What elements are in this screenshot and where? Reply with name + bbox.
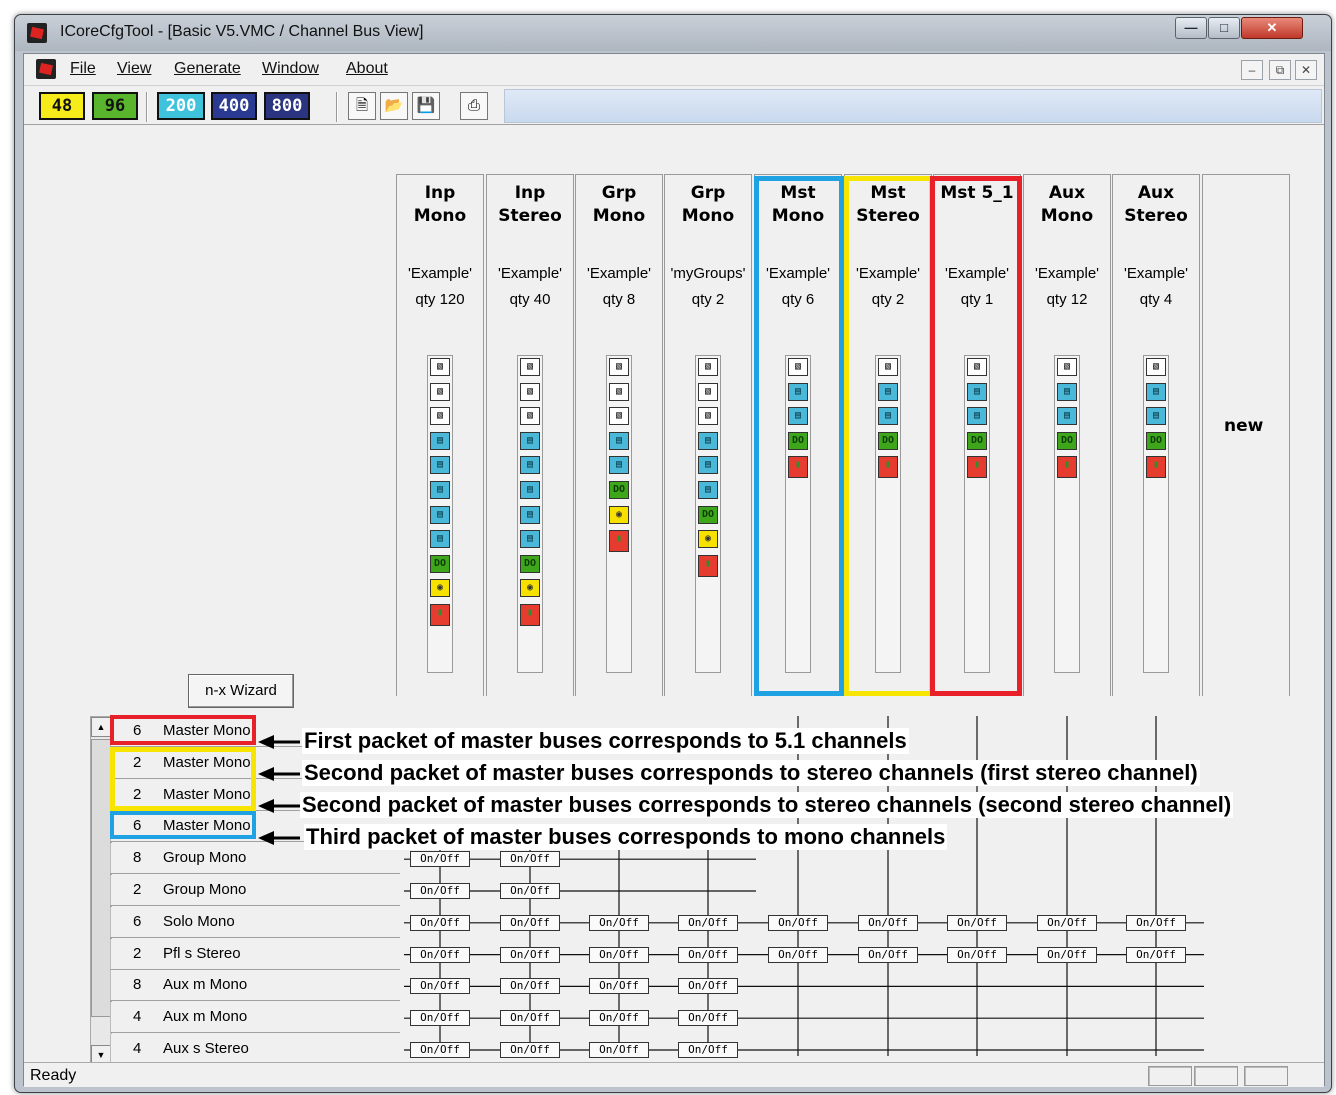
toolbar: 48 96 200 400 800 🗎 📂 💾 ⎙ [24, 85, 1324, 125]
toolbar-separator [336, 92, 338, 122]
new-file-icon[interactable]: 🗎 [348, 92, 376, 120]
block-800-button[interactable]: 800 [264, 92, 310, 120]
menu-about[interactable]: About [346, 60, 388, 78]
menu-view[interactable]: View [117, 60, 151, 78]
app-window: ICoreCfgTool - [Basic V5.VMC / Channel B… [14, 14, 1332, 1093]
client-area: File View Generate Window About – ⧉ ✕ 48… [23, 53, 1325, 1087]
print-icon[interactable]: ⎙ [460, 92, 488, 120]
mdi-close-button[interactable]: ✕ [1295, 60, 1317, 80]
close-button[interactable]: ✕ [1241, 17, 1303, 39]
rate-96-button[interactable]: 96 [92, 92, 138, 120]
block-400-button[interactable]: 400 [211, 92, 257, 120]
menu-window[interactable]: Window [262, 60, 319, 78]
minimize-button[interactable]: — [1175, 17, 1207, 39]
rate-48-button[interactable]: 48 [39, 92, 85, 120]
status-pane [1194, 1066, 1238, 1086]
menu-file[interactable]: File [70, 60, 96, 78]
status-text: Ready [30, 1067, 77, 1084]
status-bar: Ready [24, 1062, 1324, 1087]
mdi-restore-button[interactable]: ⧉ [1269, 60, 1291, 80]
menu-bar: File View Generate Window About – ⧉ ✕ [24, 54, 1324, 84]
document-icon[interactable] [36, 59, 56, 79]
status-pane [1148, 1066, 1192, 1086]
app-logo-icon [27, 23, 47, 43]
save-disk-icon[interactable]: 💾 [412, 92, 440, 120]
annotation-arrows [258, 735, 300, 845]
mdi-minimize-button[interactable]: – [1241, 60, 1263, 80]
window-title: ICoreCfgTool - [Basic V5.VMC / Channel B… [60, 23, 424, 40]
status-pane [1244, 1066, 1288, 1086]
block-200-button[interactable]: 200 [157, 92, 205, 120]
toolbar-spacer [504, 89, 1322, 123]
open-folder-icon[interactable]: 📂 [380, 92, 408, 120]
title-bar[interactable]: ICoreCfgTool - [Basic V5.VMC / Channel B… [15, 15, 1331, 51]
channel-bus-view: Inp Mono 'Example' qty 120 ▧ ▧ ▧ ▤ ▤ ▤ ▤ ▤ DO ◉ ▮ Inp St… [24, 126, 1324, 1066]
toolbar-separator [146, 92, 148, 122]
maximize-button[interactable]: □ [1208, 17, 1240, 39]
menu-generate[interactable]: Generate [174, 60, 241, 78]
